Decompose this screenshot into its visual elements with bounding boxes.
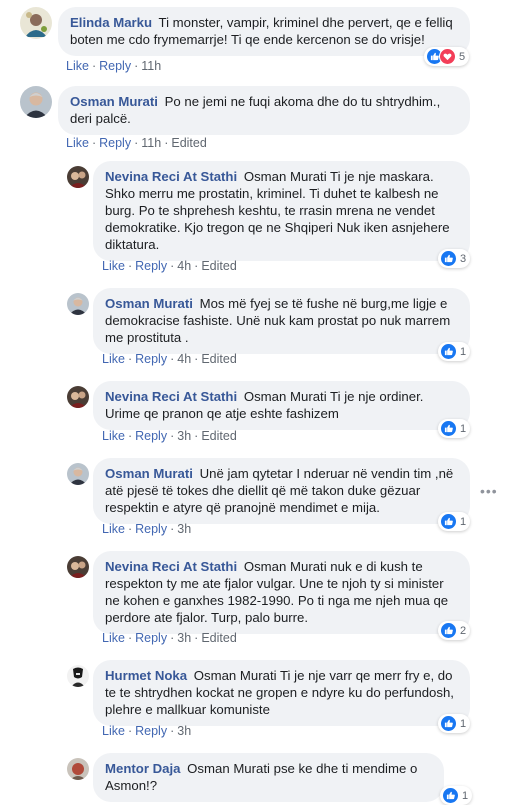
- avatar[interactable]: [20, 7, 52, 39]
- comment-bubble: Nevina Reci At Stathi Osman Murati Ti je…: [93, 161, 470, 261]
- avatar[interactable]: [67, 665, 89, 687]
- comment-bubble: Hurmet Noka Osman Murati Ti je nje varr …: [93, 660, 470, 726]
- comment-actions: Like · Reply · 3h · Edited: [102, 631, 237, 645]
- comment-timestamp[interactable]: 3h: [177, 429, 191, 443]
- like-button[interactable]: Like: [102, 259, 125, 273]
- avatar[interactable]: [20, 86, 52, 118]
- avatar[interactable]: [67, 556, 89, 578]
- comment-author[interactable]: Nevina Reci At Stathi: [105, 169, 237, 184]
- like-button[interactable]: Like: [102, 724, 125, 738]
- reply-button[interactable]: Reply: [135, 429, 167, 443]
- comment-timestamp[interactable]: 11h: [141, 136, 161, 150]
- comment-timestamp[interactable]: 11h: [141, 59, 161, 73]
- reaction-count: 1: [460, 422, 467, 435]
- reply-button[interactable]: Reply: [135, 724, 167, 738]
- avatar[interactable]: [67, 293, 89, 315]
- love-reaction-icon: [439, 48, 456, 65]
- reply-button[interactable]: Reply: [135, 522, 167, 536]
- edited-label[interactable]: Edited: [201, 352, 236, 366]
- reaction-summary[interactable]: 1: [438, 342, 471, 361]
- comment-author[interactable]: Osman Murati: [70, 94, 158, 109]
- comment-timestamp[interactable]: 4h: [177, 259, 191, 273]
- comment-bubble: Osman Murati Po ne jemi ne fuqi akoma dh…: [58, 86, 470, 135]
- comment-actions: Like · Reply · 11h · Edited: [66, 136, 207, 150]
- avatar[interactable]: [67, 166, 89, 188]
- reply-button[interactable]: Reply: [99, 59, 131, 73]
- edited-label[interactable]: Edited: [171, 136, 206, 150]
- comment-bubble: Nevina Reci At Stathi Osman Murati nuk e…: [93, 551, 470, 634]
- comment-author[interactable]: Nevina Reci At Stathi: [105, 389, 237, 404]
- reply-button[interactable]: Reply: [135, 352, 167, 366]
- comment-actions: Like · Reply · 3h: [102, 522, 192, 536]
- edited-label[interactable]: Edited: [201, 429, 236, 443]
- comment-actions: Like · Reply · 4h · Edited: [102, 259, 237, 273]
- reaction-summary[interactable]: 1: [438, 419, 471, 438]
- reaction-summary[interactable]: 1: [438, 714, 471, 733]
- edited-label[interactable]: Edited: [201, 259, 236, 273]
- comment-author[interactable]: Mentor Daja: [105, 761, 180, 776]
- comment-bubble: Mentor Daja Osman Murati pse ke dhe ti m…: [93, 753, 444, 802]
- reaction-count: 1: [460, 515, 467, 528]
- avatar[interactable]: [67, 758, 89, 780]
- reaction-summary[interactable]: 1: [438, 512, 471, 531]
- avatar[interactable]: [67, 463, 89, 485]
- reply-button[interactable]: Reply: [99, 136, 131, 150]
- like-button[interactable]: Like: [66, 59, 89, 73]
- comment-actions: Like · Reply · 11h: [66, 59, 162, 73]
- comment-author[interactable]: Nevina Reci At Stathi: [105, 559, 237, 574]
- reaction-count: 1: [460, 717, 467, 730]
- like-reaction-icon: [440, 715, 457, 732]
- comment-author[interactable]: Osman Murati: [105, 296, 193, 311]
- comment-author[interactable]: Hurmet Noka: [105, 668, 187, 683]
- edited-label[interactable]: Edited: [201, 631, 236, 645]
- like-reaction-icon: [440, 420, 457, 437]
- comment-timestamp[interactable]: 3h: [177, 724, 191, 738]
- reply-button[interactable]: Reply: [135, 259, 167, 273]
- like-button[interactable]: Like: [102, 631, 125, 645]
- comment-bubble: Osman Murati Unë jam qytetar I nderuar n…: [93, 458, 470, 524]
- reaction-count: 5: [459, 50, 466, 63]
- reaction-count: 2: [460, 624, 467, 637]
- reaction-count: 3: [460, 252, 467, 265]
- avatar[interactable]: [67, 386, 89, 408]
- like-reaction-icon: [440, 250, 457, 267]
- reaction-summary[interactable]: 2: [438, 621, 471, 640]
- like-reaction-icon: [442, 787, 459, 804]
- like-reaction-icon: [440, 622, 457, 639]
- like-button[interactable]: Like: [102, 352, 125, 366]
- comment-author[interactable]: Osman Murati: [105, 466, 193, 481]
- comment-bubble: Osman Murati Mos më fyej se të fushe në …: [93, 288, 470, 354]
- comment-author[interactable]: Elinda Marku: [70, 15, 152, 30]
- more-horizontal-icon[interactable]: •••: [480, 483, 498, 499]
- comment-timestamp[interactable]: 3h: [177, 522, 191, 536]
- comment-bubble: Nevina Reci At Stathi Osman Murati Ti je…: [93, 381, 470, 430]
- comment-bubble: Elinda Marku Ti monster, vampir, krimine…: [58, 7, 470, 56]
- reaction-count: 1: [460, 345, 467, 358]
- reply-button[interactable]: Reply: [135, 631, 167, 645]
- comment-actions: Like · Reply · 3h: [102, 724, 192, 738]
- reaction-summary[interactable]: 5: [424, 47, 470, 66]
- comment-timestamp[interactable]: 3h: [177, 631, 191, 645]
- like-button[interactable]: Like: [66, 136, 89, 150]
- reaction-summary[interactable]: 3: [438, 249, 471, 268]
- like-button[interactable]: Like: [102, 522, 125, 536]
- reaction-summary[interactable]: 1: [440, 786, 473, 805]
- comment-actions: Like · Reply · 4h · Edited: [102, 352, 237, 366]
- comment-timestamp[interactable]: 4h: [177, 352, 191, 366]
- like-button[interactable]: Like: [102, 429, 125, 443]
- like-reaction-icon: [440, 343, 457, 360]
- like-reaction-icon: [440, 513, 457, 530]
- comment-actions: Like · Reply · 3h · Edited: [102, 429, 237, 443]
